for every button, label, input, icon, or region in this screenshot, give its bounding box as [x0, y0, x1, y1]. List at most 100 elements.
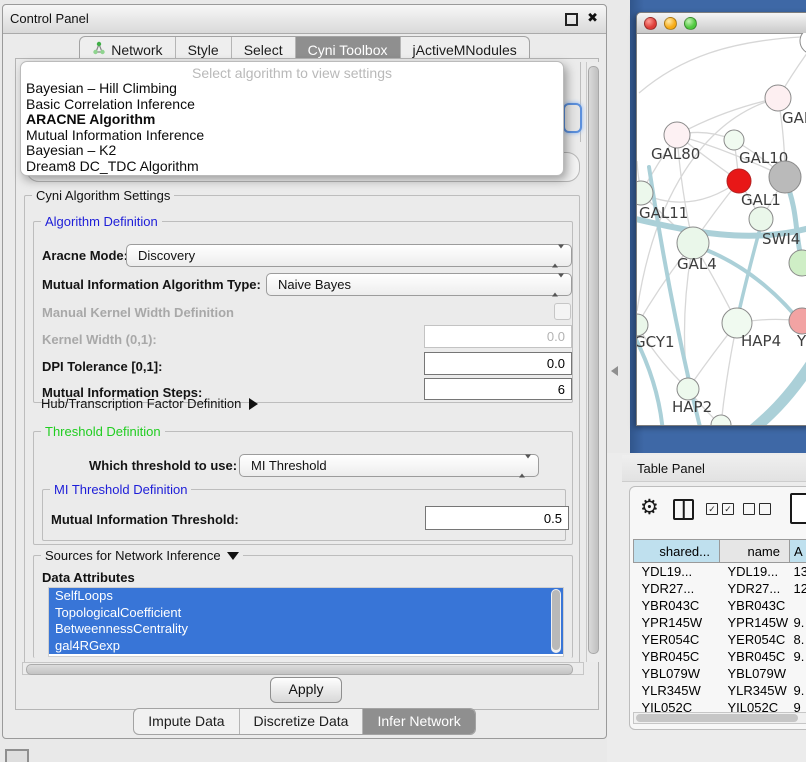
table-row[interactable]: YBL079WYBL079W	[634, 665, 806, 682]
float-window-icon[interactable]	[565, 13, 578, 26]
zoom-traffic-light[interactable]	[684, 17, 697, 30]
cyni-bottom-tabs: Impute DataDiscretize DataInfer Network	[3, 708, 606, 735]
scrollbar-thumb[interactable]	[552, 590, 560, 650]
settings-gear-icon[interactable]: ⚙︎	[640, 495, 659, 520]
table-row[interactable]: YDR27...YDR27...12	[634, 580, 806, 597]
screen: Control Panel ✖ NetworkStyleSelectCyni T…	[0, 0, 806, 762]
table-cell: YDR27...	[634, 580, 720, 597]
scrollbar-thumb[interactable]	[636, 714, 798, 722]
mi-steps-input[interactable]	[424, 378, 572, 400]
table-panel: Table Panel ⚙︎ ✓✓ shared...nameA YDL19..…	[607, 453, 806, 762]
mi-threshold-label: Mutual Information Threshold:	[51, 512, 239, 527]
table-row[interactable]: YBR045CYBR045C9.	[634, 648, 806, 665]
table-cell: 12	[790, 580, 806, 597]
algorithm-option-mutual-information-inference[interactable]: Mutual Information Inference	[21, 128, 563, 144]
table-row[interactable]: YER054CYER054C8.	[634, 631, 806, 648]
threshold-definition-group: Threshold Definition Which threshold to …	[33, 431, 573, 545]
network-window-titlebar[interactable]	[637, 13, 806, 34]
algorithm-option-bayesian-hill-climbing[interactable]: Bayesian – Hill Climbing	[21, 81, 563, 97]
algorithm-option-basic-correlation-inference[interactable]: Basic Correlation Inference	[21, 97, 563, 113]
bottom-tab-infer-network[interactable]: Infer Network	[362, 709, 474, 734]
close-traffic-light[interactable]	[644, 17, 657, 30]
network-node[interactable]	[789, 250, 806, 276]
algorithm-option-dream8-dc-tdc-algorithm[interactable]: Dream8 DC_TDC Algorithm	[21, 159, 563, 175]
collapse-divider-icon[interactable]	[611, 366, 618, 376]
network-node[interactable]	[769, 161, 801, 193]
tab-label: Network	[111, 42, 162, 58]
data-attribute-item-betweennesscentrality[interactable]: BetweennessCentrality	[49, 621, 563, 638]
settings-vertical-scrollbar[interactable]	[586, 62, 599, 662]
data-attribute-item-selfloops[interactable]: SelfLoops	[49, 588, 563, 605]
settings-horizontal-scrollbar[interactable]	[22, 662, 584, 675]
kernel-width-input[interactable]	[424, 325, 572, 348]
manual-kernel-width-checkbox[interactable]	[554, 303, 571, 320]
network-node[interactable]	[800, 33, 806, 54]
aracne-mode-label: Aracne Mode:	[42, 248, 128, 263]
window-title: Control Panel	[10, 11, 89, 26]
algorithm-option-aracne-algorithm[interactable]: ARACNE Algorithm	[21, 112, 563, 128]
apply-button[interactable]: Apply	[270, 677, 342, 703]
which-threshold-combo[interactable]: MI Threshold	[239, 454, 539, 477]
node-attribute-table[interactable]: shared...nameA YDL19...YDL19...13YDR27..…	[633, 539, 806, 716]
scrollbar-thumb[interactable]	[588, 66, 599, 654]
sources-legend[interactable]: Sources for Network Inference	[41, 548, 243, 563]
network-node[interactable]	[711, 415, 731, 425]
data-attribute-item-topologicalcoefficient[interactable]: TopologicalCoefficient	[49, 605, 563, 622]
column-header-shared[interactable]: shared...	[634, 540, 720, 563]
node-table-subpanel: ⚙︎ ✓✓ shared...nameA YDL19...YDL19...13Y…	[629, 486, 806, 730]
network-node-swi4[interactable]	[749, 207, 773, 231]
hub-definition-label: Hub/Transcription Factor Definition	[41, 396, 241, 411]
scrollbar-thumb[interactable]	[26, 664, 573, 675]
data-attribute-item-gal4rgexp[interactable]: gal4RGexp	[49, 638, 563, 655]
minimized-panel-icon[interactable]	[5, 749, 29, 762]
control-panel-window: Control Panel ✖ NetworkStyleSelectCyni T…	[2, 4, 607, 739]
table-cell: 13	[790, 563, 806, 581]
deselect-checkboxes-icon[interactable]	[743, 503, 771, 515]
bottom-tab-discretize-data[interactable]: Discretize Data	[239, 709, 363, 734]
document-icon[interactable]	[790, 493, 806, 524]
algorithm-option-bayesian-k2[interactable]: Bayesian – K2	[21, 143, 563, 159]
control-panel-titlebar[interactable]: Control Panel ✖	[3, 5, 606, 34]
node-label-gal1: GAL1	[741, 191, 781, 209]
column-header-name[interactable]: name	[720, 540, 790, 563]
column-layout-icon[interactable]	[673, 499, 694, 520]
table-horizontal-scrollbar[interactable]	[633, 712, 806, 724]
hub-definition-toggle[interactable]: Hub/Transcription Factor Definition	[41, 396, 258, 411]
table-cell: YBL079W	[720, 665, 790, 682]
table-panel-titlebar[interactable]: Table Panel	[622, 455, 806, 482]
tab-label: Select	[244, 42, 283, 58]
table-panel-title: Table Panel	[637, 461, 705, 476]
focused-combo-fragment[interactable]	[563, 103, 582, 133]
network-graph[interactable]: GALGAL80GAL10GAL1GAL11SWI4GAL4GCY1HAP4YH…	[637, 33, 806, 425]
aracne-mode-combo[interactable]: Discovery	[126, 244, 572, 267]
table-cell: YBR043C	[634, 597, 720, 614]
node-label-hap2: HAP2	[672, 398, 712, 416]
network-node-gal1[interactable]	[727, 169, 751, 193]
minimize-traffic-light[interactable]	[664, 17, 677, 30]
table-row[interactable]: YPR145WYPR145W9.	[634, 614, 806, 631]
table-row[interactable]: YBR043CYBR043C	[634, 597, 806, 614]
close-icon[interactable]: ✖	[587, 10, 598, 26]
network-canvas[interactable]: GALGAL80GAL10GAL1GAL11SWI4GAL4GCY1HAP4YH…	[637, 33, 806, 425]
network-node-hap2[interactable]	[677, 378, 699, 400]
table-row[interactable]: YDL19...YDL19...13	[634, 563, 806, 581]
column-header-a[interactable]: A	[790, 540, 806, 563]
node-label-swi4: SWI4	[762, 230, 800, 248]
dpi-tolerance-label: DPI Tolerance [0,1]:	[42, 359, 162, 374]
bottom-tab-impute-data[interactable]: Impute Data	[134, 709, 238, 734]
table-cell	[790, 597, 806, 614]
select-all-checkboxes-icon[interactable]: ✓✓	[706, 503, 734, 515]
dpi-tolerance-input[interactable]	[424, 352, 572, 375]
mi-threshold-definition-group: MI Threshold Definition Mutual Informati…	[42, 489, 566, 541]
list-scrollbar[interactable]	[551, 589, 561, 653]
network-edge-thick[interactable]	[739, 355, 806, 425]
table-cell: YER054C	[720, 631, 790, 648]
network-node-gal[interactable]	[765, 85, 791, 111]
spinner-arrows-icon	[552, 277, 564, 292]
network-node-gal10[interactable]	[724, 130, 744, 150]
data-attributes-list[interactable]: SelfLoopsTopologicalCoefficientBetweenne…	[48, 587, 564, 657]
table-row[interactable]: YLR345WYLR345W9.	[634, 682, 806, 699]
mi-threshold-input[interactable]	[425, 506, 569, 530]
mi-algorithm-type-combo[interactable]: Naive Bayes	[266, 273, 572, 296]
cyni-toolbox-panel: gal-filtered sif default node Select alg…	[15, 58, 599, 710]
